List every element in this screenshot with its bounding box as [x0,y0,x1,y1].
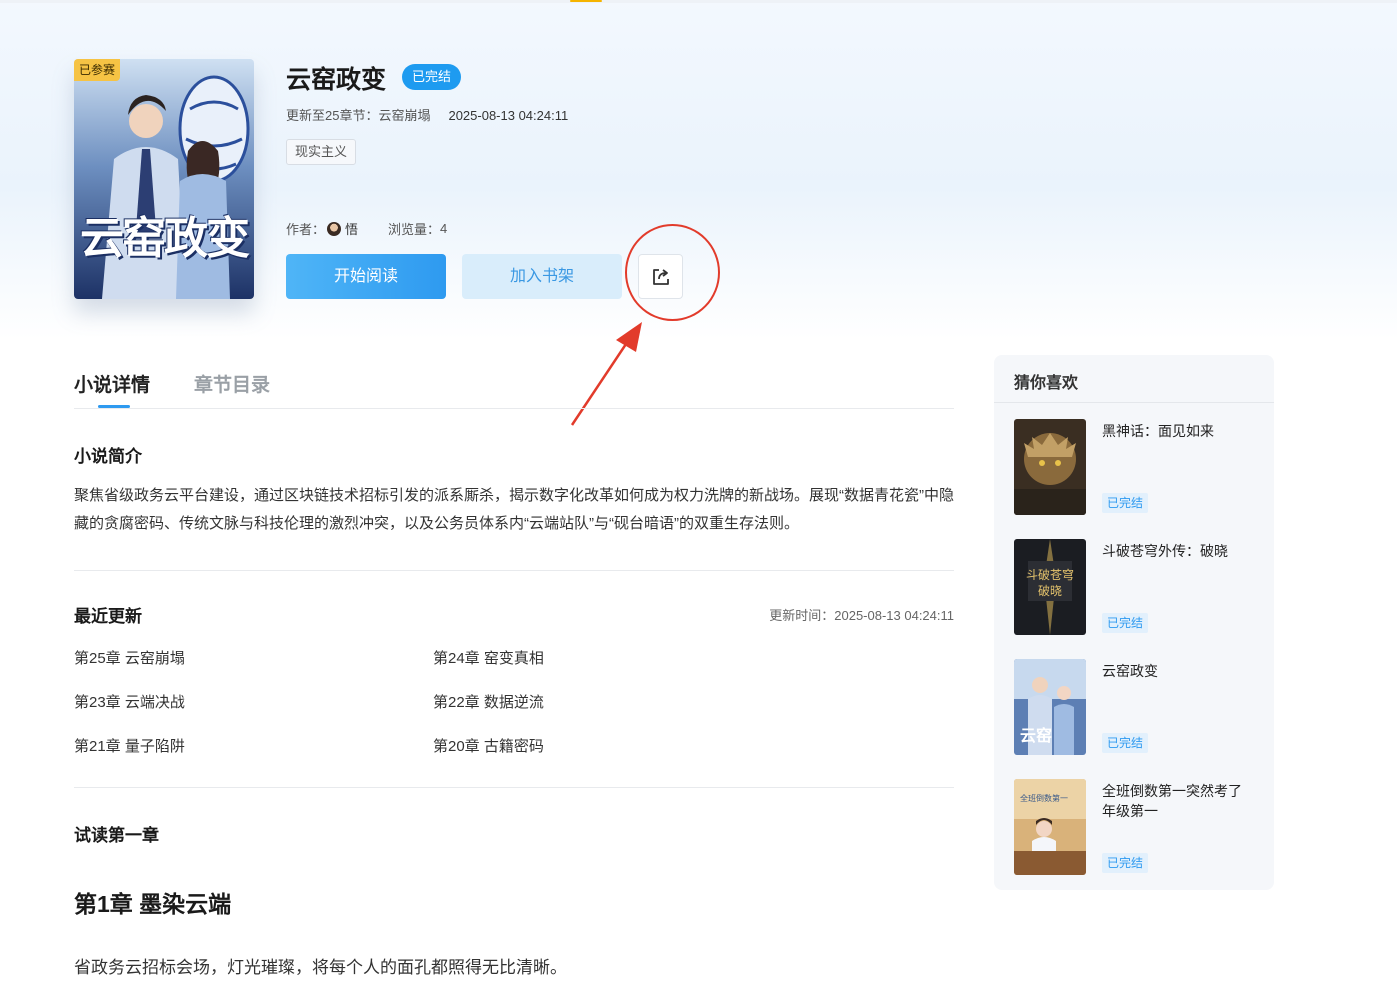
active-tab-indicator [98,405,130,408]
tab-chapter-list[interactable]: 章节目录 [194,370,270,397]
svg-text:全班倒数第一: 全班倒数第一 [1020,793,1068,803]
annotation-circle [625,224,720,321]
divider [74,570,954,571]
author-avatar[interactable] [327,221,342,236]
chapter-link[interactable]: 第23章 云端决战 [74,691,185,712]
rec-cover[interactable] [1014,419,1086,515]
author-row: 作者： 悟 浏览量： 4 [286,219,447,238]
rec-status-badge: 已完结 [1102,853,1149,873]
preview-heading: 试读第一章 [74,826,159,845]
rec-title[interactable]: 斗破苍穹外传：破晓 [1102,541,1252,561]
chapter-link[interactable]: 第24章 窑变真相 [433,647,544,668]
recommendation-item[interactable]: 全班倒数第一 全班倒数第一突然考了年级第一 已完结 [1014,779,1264,875]
divider [74,787,954,788]
rec-cover[interactable]: 斗破苍穹 破晓 [1014,539,1086,635]
rec-cover[interactable]: 云窑 [1014,659,1086,755]
svg-text:破晓: 破晓 [1038,583,1062,598]
recommendation-item[interactable]: 斗破苍穹 破晓 斗破苍穹外传：破晓 已完结 [1014,539,1264,635]
chapter-link[interactable]: 第21章 量子陷阱 [74,735,185,756]
cover-art-title: 云窑政变 [80,213,250,264]
top-accent-bar [570,0,602,2]
svg-text:斗破苍穹: 斗破苍穹 [1026,567,1074,582]
recommendation-item[interactable]: 黑神话：面见如来 已完结 [1014,419,1264,515]
svg-text:云窑: 云窑 [1020,726,1052,745]
recommendation-panel: 猜你喜欢 黑神话：面见如来 已完结 斗破苍穹 破晓 斗破苍穹外传：破晓 已完结 … [994,355,1274,890]
first-chapter-paragraph: 省政务云招标会场，灯光璀璨，将每个人的面孔都照得无比清晰。 [74,958,567,977]
rec-title[interactable]: 云窑政变 [1102,661,1252,681]
author-label: 作者： [286,222,326,237]
latest-chapter-link[interactable]: 更新至25章节：云窑崩塌 [286,108,430,123]
rec-title[interactable]: 黑神话：面见如来 [1102,421,1252,441]
chapter-link[interactable]: 第25章 云窑崩塌 [74,647,185,668]
tab-novel-details[interactable]: 小说详情 [74,370,150,397]
chapter-link[interactable]: 第22章 数据逆流 [433,691,544,712]
detail-tabs: 小说详情 章节目录 [74,368,954,409]
rec-title[interactable]: 全班倒数第一突然考了年级第一 [1102,781,1252,821]
synopsis-heading: 小说简介 [74,447,142,466]
recommendation-title: 猜你喜欢 [994,355,1274,403]
first-chapter-title: 第1章 墨染云端 [74,891,232,917]
add-to-shelf-button[interactable]: 加入书架 [462,254,622,299]
update-info: 更新至25章节：云窑崩塌 2025-08-13 04:24:11 [286,105,568,124]
views-label: 浏览量： [388,222,441,237]
chapter-link[interactable]: 第20章 古籍密码 [433,735,544,756]
cover-badge: 已参赛 [74,59,121,81]
latest-updates-heading: 最近更新 [74,607,142,626]
top-border [0,0,1397,3]
synopsis-text: 聚焦省级政务云平台建设，通过区块链技术招标引发的派系厮杀，揭示数字化改革如何成为… [74,487,954,532]
genre-tag[interactable]: 现实主义 [286,139,357,165]
author-name[interactable]: 悟 [345,219,358,238]
rec-status-badge: 已完结 [1102,733,1149,753]
book-cover[interactable]: 已参赛 云窑政变 [74,59,254,299]
update-time: 2025-08-13 04:24:11 [448,108,569,123]
views-count: 4 [440,221,448,236]
status-badge: 已完结 [402,64,462,90]
rec-status-badge: 已完结 [1102,493,1149,513]
recommendation-item[interactable]: 云窑 云窑政变 已完结 [1014,659,1264,755]
rec-cover[interactable]: 全班倒数第一 [1014,779,1086,875]
latest-update-time: 更新时间：2025-08-13 04:24:11 [769,608,954,623]
rec-status-badge: 已完结 [1102,613,1149,633]
book-title: 云窑政变 [286,66,387,94]
start-reading-button[interactable]: 开始阅读 [286,254,446,299]
